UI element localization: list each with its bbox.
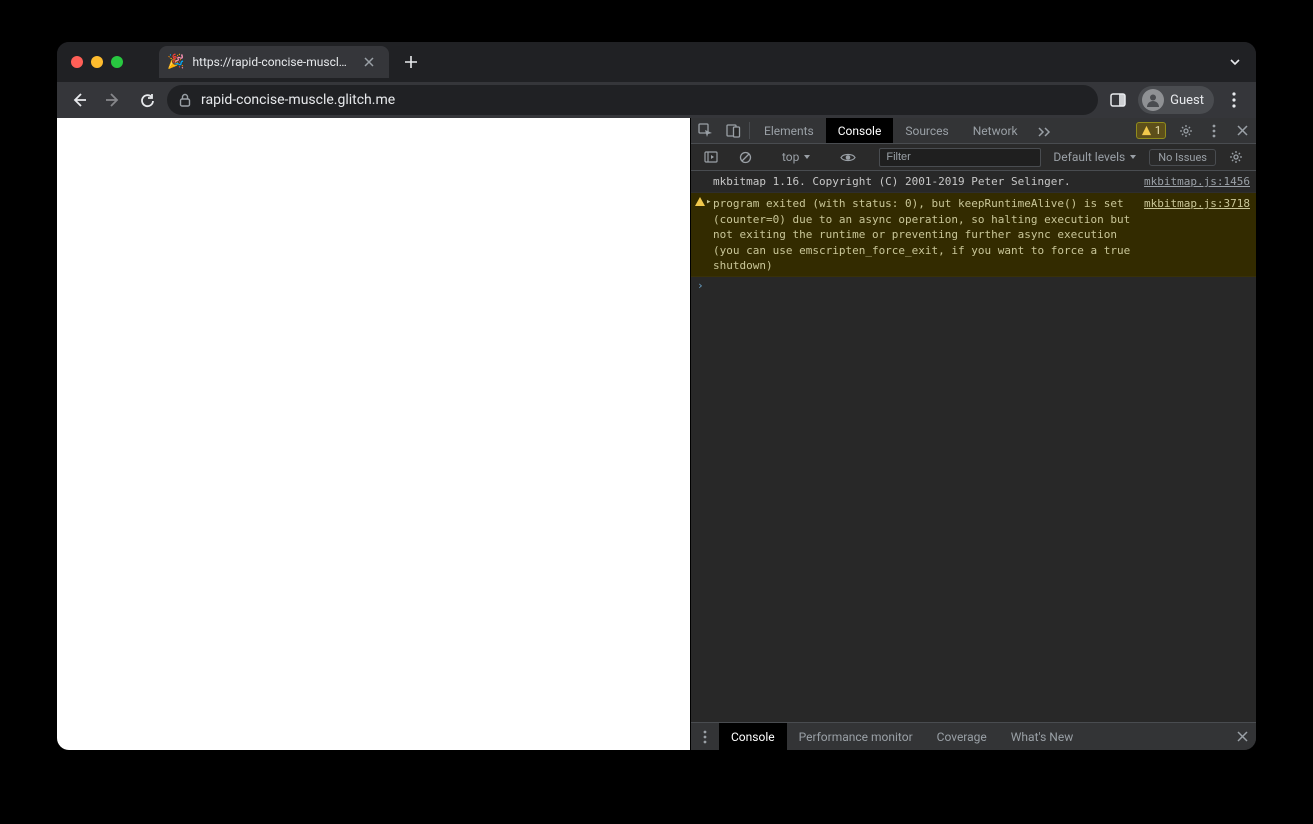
issues-button[interactable]: No Issues: [1149, 149, 1216, 166]
browser-window: 🎉 https://rapid-concise-muscle.g: [57, 42, 1256, 750]
browser-toolbar: rapid-concise-muscle.glitch.me Guest: [57, 82, 1256, 118]
favicon-icon: 🎉: [167, 55, 184, 69]
close-window-button[interactable]: [71, 56, 83, 68]
levels-label: Default levels: [1053, 150, 1125, 164]
clear-console-button[interactable]: [731, 151, 759, 164]
profile-button[interactable]: Guest: [1138, 86, 1214, 114]
drawer-tab-performance-monitor[interactable]: Performance monitor: [787, 723, 925, 750]
tab-sources[interactable]: Sources: [893, 118, 960, 143]
devtools-menu-button[interactable]: [1200, 124, 1228, 138]
new-tab-button[interactable]: [397, 48, 425, 76]
warning-count: 1: [1155, 124, 1161, 137]
reload-button[interactable]: [133, 86, 161, 114]
console-settings-button[interactable]: [1222, 150, 1250, 164]
log-source-link[interactable]: mkbitmap.js:1456: [1134, 174, 1250, 189]
minimize-window-button[interactable]: [91, 56, 103, 68]
console-sidebar-toggle[interactable]: [697, 151, 725, 163]
devtools-close-button[interactable]: [1228, 125, 1256, 136]
drawer-menu-button[interactable]: [691, 723, 719, 750]
url-text: rapid-concise-muscle.glitch.me: [201, 92, 395, 108]
address-bar[interactable]: rapid-concise-muscle.glitch.me: [167, 85, 1098, 115]
live-expression-button[interactable]: [834, 152, 862, 163]
lock-icon: [179, 93, 191, 107]
back-button[interactable]: [65, 86, 93, 114]
context-label: top: [782, 150, 799, 164]
browser-tab[interactable]: 🎉 https://rapid-concise-muscle.g: [159, 46, 389, 78]
expand-icon[interactable]: ▸: [706, 196, 711, 209]
avatar-icon: [1142, 89, 1164, 111]
context-selector[interactable]: top: [776, 150, 817, 164]
devtools-panel: Elements Console Sources Network 1: [690, 118, 1256, 750]
console-toolbar: top Default levels No Issues: [691, 144, 1256, 171]
tabs-menu-button[interactable]: [1228, 55, 1242, 69]
close-tab-button[interactable]: [360, 55, 378, 69]
tab-console[interactable]: Console: [826, 118, 894, 143]
drawer-close-button[interactable]: [1228, 731, 1256, 742]
more-tabs-button[interactable]: [1030, 118, 1058, 143]
device-mode-button[interactable]: [719, 118, 747, 143]
profile-label: Guest: [1170, 93, 1204, 108]
log-levels-selector[interactable]: Default levels: [1047, 150, 1143, 164]
drawer-tab-whats-new[interactable]: What's New: [999, 723, 1085, 750]
maximize-window-button[interactable]: [111, 56, 123, 68]
console-input-row[interactable]: ›: [691, 277, 1256, 294]
devtools-drawer: Console Performance monitor Coverage Wha…: [691, 722, 1256, 750]
console-warning-row[interactable]: ▸ program exited (with status: 0), but k…: [691, 193, 1256, 277]
log-source-link[interactable]: mkbitmap.js:3718: [1134, 196, 1250, 273]
console-filter-input[interactable]: [879, 148, 1041, 167]
drawer-tab-coverage[interactable]: Coverage: [925, 723, 999, 750]
browser-menu-button[interactable]: [1220, 86, 1248, 114]
tab-elements[interactable]: Elements: [752, 118, 826, 143]
tab-strip: 🎉 https://rapid-concise-muscle.g: [57, 42, 1256, 82]
drawer-tab-console[interactable]: Console: [719, 723, 787, 750]
devtools-settings-button[interactable]: [1172, 124, 1200, 138]
panel-toggle-button[interactable]: [1104, 86, 1132, 114]
log-message: mkbitmap 1.16. Copyright (C) 2001-2019 P…: [713, 174, 1134, 189]
inspect-element-button[interactable]: [691, 118, 719, 143]
prompt-caret-icon: ›: [697, 279, 704, 292]
tab-title: https://rapid-concise-muscle.g: [192, 55, 352, 69]
page-viewport[interactable]: [57, 118, 690, 750]
console-output[interactable]: mkbitmap 1.16. Copyright (C) 2001-2019 P…: [691, 171, 1256, 722]
log-message: program exited (with status: 0), but kee…: [713, 196, 1134, 273]
devtools-tab-bar: Elements Console Sources Network 1: [691, 118, 1256, 144]
console-log-row[interactable]: mkbitmap 1.16. Copyright (C) 2001-2019 P…: [691, 171, 1256, 193]
warning-badge[interactable]: 1: [1136, 122, 1166, 139]
forward-button[interactable]: [99, 86, 127, 114]
window-controls: [57, 56, 137, 68]
tab-network[interactable]: Network: [961, 118, 1030, 143]
